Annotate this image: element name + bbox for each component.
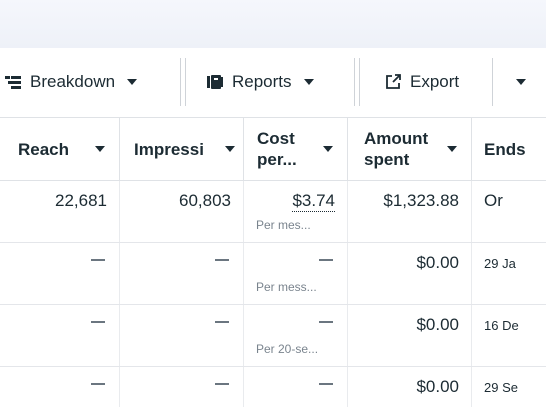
reach-cell <box>0 305 120 366</box>
impressions-cell <box>120 243 244 304</box>
toolbar-divider <box>180 58 186 106</box>
cost-per-cell: $3.74 Per mes... <box>244 181 348 242</box>
toolbar: Breakdown Reports Export <box>0 48 546 118</box>
sort-chevron-icon <box>95 146 105 152</box>
amount-spent-cell: $0.00 <box>348 367 472 407</box>
empty-dash <box>319 383 333 385</box>
cost-per-cell: Per 20-se... <box>244 305 348 366</box>
ends-cell: 16 De <box>484 318 519 333</box>
chevron-down-icon <box>516 79 526 85</box>
chevron-down-icon <box>303 79 314 85</box>
table-row[interactable]: 22,681 60,803 $3.74 Per mes... $1,323.88… <box>0 181 546 243</box>
amount-spent-cell: $0.00 <box>348 243 472 304</box>
table-header: Reach Impressi Cost per... Amount spent … <box>0 118 546 181</box>
table-row[interactable]: Per mess... $0.00 29 Ja <box>0 243 546 305</box>
reach-cell <box>0 367 120 407</box>
reach-cell <box>0 243 120 304</box>
impressions-cell <box>120 367 244 407</box>
reports-label: Reports <box>232 72 292 91</box>
empty-dash <box>91 321 105 323</box>
export-button[interactable]: Export <box>384 65 459 99</box>
sort-chevron-icon <box>225 146 235 152</box>
cost-value[interactable]: $3.74 <box>292 191 335 212</box>
table-row[interactable]: $0.00 29 Se <box>0 367 546 407</box>
column-header-ends[interactable]: Ends <box>472 118 546 180</box>
column-header-reach[interactable]: Reach <box>0 118 120 180</box>
amount-spent-cell: $0.00 <box>348 305 472 366</box>
table-row[interactable]: Per 20-se... $0.00 16 De <box>0 305 546 367</box>
empty-dash <box>319 321 333 323</box>
empty-dash <box>215 259 229 261</box>
column-header-cost-per[interactable]: Cost per... <box>244 118 348 180</box>
empty-dash <box>319 259 333 261</box>
export-label: Export <box>410 72 460 91</box>
breakdown-icon <box>5 76 21 89</box>
empty-dash <box>91 383 105 385</box>
ends-cell: 29 Se <box>484 380 518 395</box>
reach-cell: 22,681 <box>0 181 120 242</box>
ends-cell: 29 Ja <box>484 256 516 271</box>
cost-per-cell: Per mess... <box>244 243 348 304</box>
toolbar-divider <box>492 58 497 106</box>
amount-spent-cell: $1,323.88 <box>348 181 472 242</box>
impressions-cell <box>120 305 244 366</box>
breakdown-button[interactable]: Breakdown <box>4 65 138 99</box>
sort-chevron-icon <box>447 146 457 152</box>
empty-dash <box>91 259 105 261</box>
toolbar-divider <box>354 58 360 106</box>
more-dropdown-button[interactable] <box>512 65 526 99</box>
sort-chevron-icon <box>323 146 333 152</box>
cost-per-cell <box>244 367 348 407</box>
column-header-impressions[interactable]: Impressi <box>120 118 244 180</box>
chevron-down-icon <box>127 79 138 85</box>
reports-button[interactable]: Reports <box>206 65 314 99</box>
column-header-amount-spent[interactable]: Amount spent <box>348 118 472 180</box>
empty-dash <box>215 321 229 323</box>
export-icon <box>386 74 401 89</box>
impressions-cell: 60,803 <box>120 181 244 242</box>
breakdown-label: Breakdown <box>30 72 116 91</box>
top-bar <box>0 0 546 48</box>
ends-cell: Or <box>484 191 503 210</box>
reports-icon <box>207 75 223 89</box>
empty-dash <box>215 383 229 385</box>
